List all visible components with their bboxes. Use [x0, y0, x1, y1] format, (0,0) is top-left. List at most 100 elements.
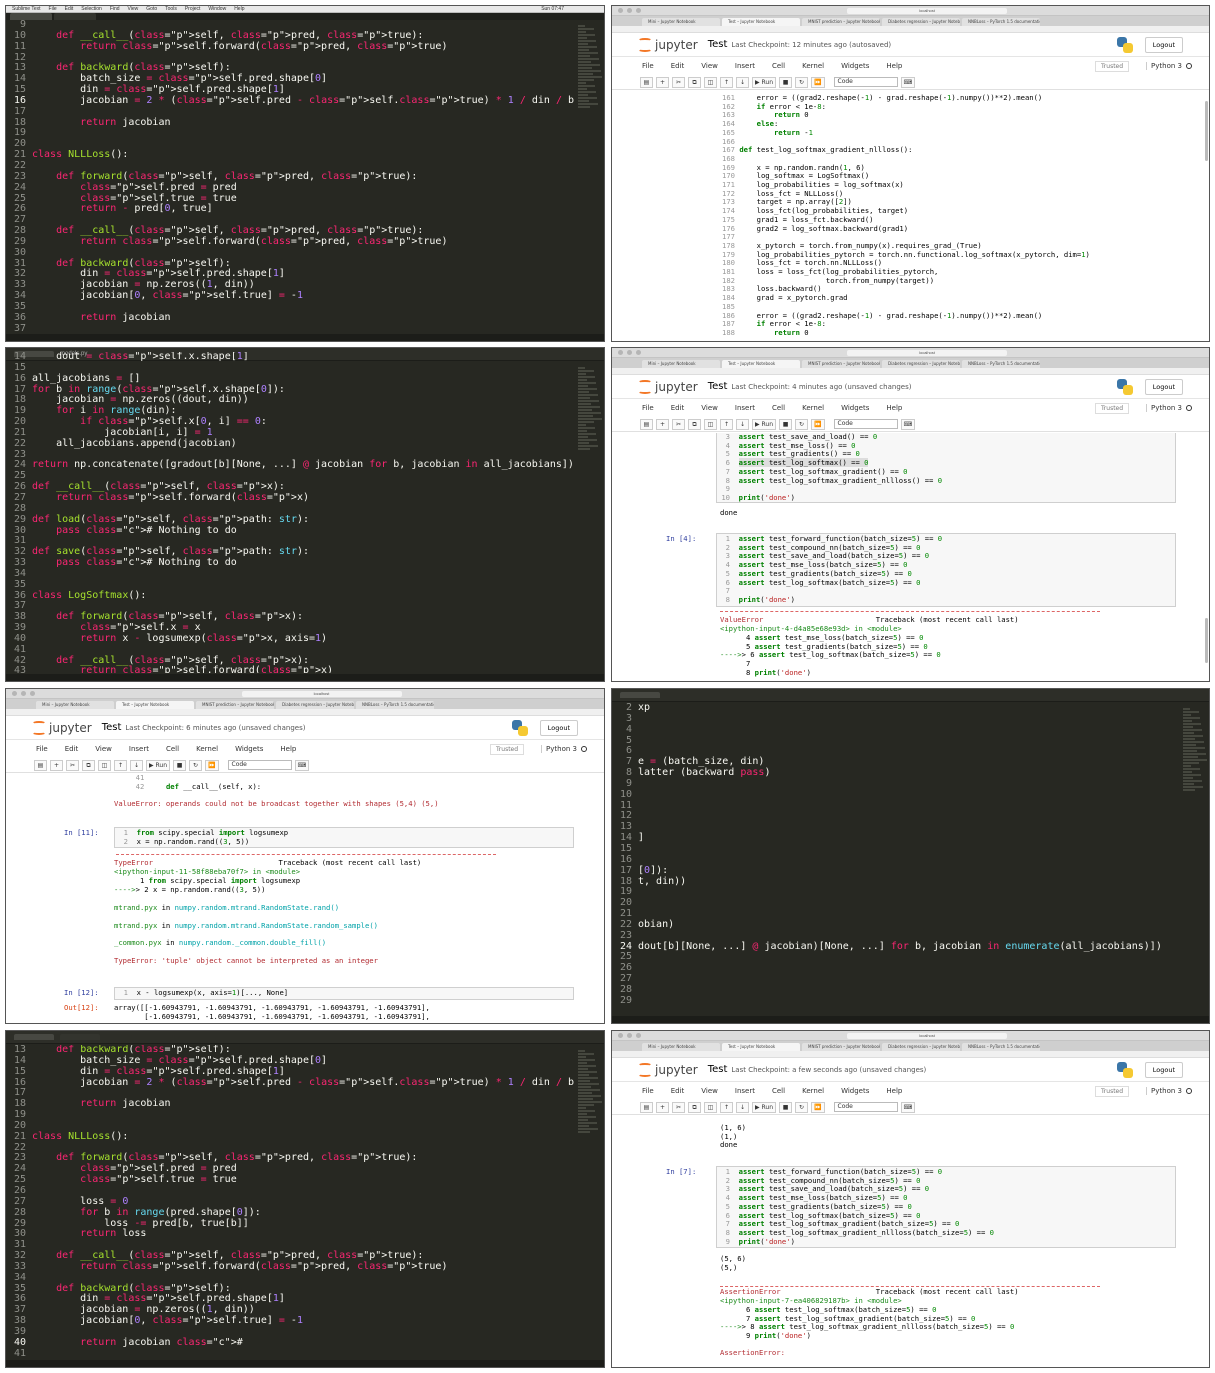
editor-tile-3[interactable]: models.py 14 dout = class="p">self.x.sha… — [5, 347, 605, 682]
fast-forward-icon[interactable]: ⏩ — [811, 1101, 825, 1113]
code-line[interactable]: 33 pass class="c"># Nothing to do — [6, 557, 574, 569]
menu-cell[interactable]: Cell — [772, 404, 785, 412]
close-dot[interactable] — [618, 8, 623, 13]
code-line[interactable]: 9 — [612, 778, 1179, 790]
code-line[interactable]: 3 — [612, 713, 1179, 725]
menu-insert[interactable]: Insert — [735, 404, 755, 412]
move-up-icon[interactable]: ↑ — [114, 759, 127, 771]
editor-tile-7[interactable]: 13 def backward(class="p">self): 14 batch… — [5, 1030, 605, 1368]
add-cell-icon[interactable]: + — [50, 759, 63, 771]
code-line[interactable]: 38 jacobian[0, class="p">self.true] = -1 — [6, 1315, 574, 1327]
code-line[interactable]: 14 dout = class="p">self.x.shape[1] — [6, 352, 574, 363]
trusted-badge[interactable]: Trusted — [1095, 60, 1130, 72]
code-line[interactable]: 22 obian) — [612, 919, 1179, 931]
code-line[interactable]: 11 — [612, 800, 1179, 812]
logout-button[interactable]: Logout — [1144, 378, 1183, 395]
browser-tab[interactable]: Test – Jupyter Notebook — [722, 18, 800, 26]
browser-tab[interactable]: Mini – Jupyter Notebook — [642, 18, 720, 26]
cell-type-select[interactable]: Code — [833, 77, 898, 87]
editor-tile-1[interactable]: Sublime Text File Edit Selection Find View Got… — [5, 5, 605, 342]
menu-insert[interactable]: Insert — [735, 1087, 755, 1095]
code-line[interactable]: 18 return jacobian — [6, 1098, 574, 1110]
minimize-dot[interactable] — [627, 8, 632, 13]
menu-item[interactable]: Goto — [146, 6, 157, 12]
run-button[interactable]: ▶ Run — [752, 1101, 777, 1113]
menu-insert[interactable]: Insert — [129, 745, 149, 753]
menu-kernel[interactable]: Kernel — [196, 745, 218, 753]
code-line[interactable]: 16 — [612, 854, 1179, 866]
menu-item[interactable]: Edit — [65, 6, 74, 12]
code-line[interactable]: 25 class="p">self.true = true — [6, 1174, 574, 1186]
code-area[interactable]: 13 def backward(class="p">self): 14 batch… — [6, 1045, 574, 1359]
notebook-tile-5[interactable]: localhost Mini – Jupyter Notebook Test – J… — [5, 688, 605, 1024]
jupyter-logo[interactable]: jupyter — [638, 1062, 698, 1077]
code-line[interactable]: 29 return class="p">self.forward(class="… — [6, 236, 574, 248]
add-cell-icon[interactable]: + — [656, 1101, 669, 1113]
cut-icon[interactable]: ✂ — [66, 759, 79, 771]
trusted-badge[interactable]: Trusted — [1095, 402, 1130, 414]
move-down-icon[interactable]: ↓ — [736, 418, 749, 430]
menu-file[interactable]: File — [642, 1087, 654, 1095]
keyboard-icon[interactable]: ⌨ — [294, 759, 310, 771]
menu-help[interactable]: Help — [886, 1087, 902, 1095]
code-line[interactable]: 28 — [612, 984, 1179, 996]
stop-icon[interactable]: ■ — [779, 76, 793, 88]
browser-tab[interactable]: Test – Jupyter Notebook — [116, 701, 194, 709]
add-cell-icon[interactable]: + — [656, 418, 669, 430]
code-line[interactable]: 36 return jacobian — [6, 312, 574, 324]
code-line[interactable]: 40 return jacobian class="c"># — [6, 1337, 574, 1349]
browser-tab[interactable]: NNBLoss – PyTorch 1.5 documentation — [962, 1043, 1040, 1051]
maximize-dot[interactable] — [636, 8, 641, 13]
menu-cell[interactable]: Cell — [166, 745, 179, 753]
menu-edit[interactable]: Edit — [65, 745, 79, 753]
menu-view[interactable]: View — [701, 404, 718, 412]
notebook-tile-2[interactable]: localhost Mini – Jupyter Notebook Test – J… — [611, 5, 1210, 342]
menu-view[interactable]: View — [701, 62, 718, 70]
close-dot[interactable] — [618, 1033, 623, 1038]
browser-tab[interactable]: NNBLoss – PyTorch 1.5 documentation — [962, 18, 1040, 26]
browser-tab[interactable]: Test – Jupyter Notebook — [722, 360, 800, 368]
cell-type-select[interactable]: Code — [833, 419, 898, 429]
logout-button[interactable]: Logout — [1144, 1061, 1183, 1078]
keyboard-icon[interactable]: ⌨ — [900, 76, 916, 88]
maximize-dot[interactable] — [636, 1033, 641, 1038]
restart-icon[interactable]: ↻ — [189, 759, 203, 771]
notebook-name[interactable]: Test — [708, 1064, 728, 1075]
run-button[interactable]: ▶ Run — [752, 76, 777, 88]
menu-edit[interactable]: Edit — [671, 1087, 685, 1095]
browser-tab[interactable]: Diabetes regression – Jupyter Notebook — [276, 701, 354, 709]
code-line[interactable]: 22 all_jacobians.append(jacobian) — [6, 438, 574, 450]
menu-insert[interactable]: Insert — [735, 62, 755, 70]
scrollbar[interactable] — [1205, 101, 1208, 161]
notebook-body[interactable]: 41 42 def __call__(self, x): ValueError: … — [6, 774, 604, 1023]
code-line[interactable]: 40 return x - logsumexp(class="p">x, axi… — [6, 633, 574, 645]
save-icon[interactable]: ▤ — [640, 76, 653, 88]
code-line[interactable]: 18 return jacobian — [6, 117, 574, 129]
notebook-body[interactable]: (1, 6) (1,) done In [7]: 1 assert test_forwa… — [612, 1116, 1209, 1367]
menu-file[interactable]: File — [642, 62, 654, 70]
cell-type-select[interactable]: Code — [227, 760, 292, 770]
browser-tab[interactable]: Diabetes regression – Jupyter Notebook — [882, 1043, 960, 1051]
code-line[interactable]: 8 latter (backward pass) — [612, 767, 1179, 779]
stop-icon[interactable]: ■ — [779, 1101, 793, 1113]
menu-kernel[interactable]: Kernel — [802, 404, 824, 412]
jupyter-logo[interactable]: jupyter — [638, 37, 698, 52]
browser-tab[interactable]: NNBLoss – PyTorch 1.5 documentation — [962, 360, 1040, 368]
paste-icon[interactable]: ◫ — [98, 759, 111, 771]
copy-icon[interactable]: ⧉ — [688, 1101, 701, 1113]
menu-edit[interactable]: Edit — [671, 62, 685, 70]
code-line[interactable]: 16 jacobian = 2 * (class="p">self.pred -… — [6, 1077, 574, 1089]
code-line[interactable]: 19 — [6, 1109, 574, 1121]
code-line[interactable]: 20 — [612, 897, 1179, 909]
menu-cell[interactable]: Cell — [772, 62, 785, 70]
restart-icon[interactable]: ↻ — [795, 76, 809, 88]
code-line[interactable]: 12 — [612, 811, 1179, 822]
minimap[interactable] — [578, 366, 602, 671]
menu-file[interactable]: File — [36, 745, 48, 753]
menu-cell[interactable]: Cell — [772, 1087, 785, 1095]
menu-item[interactable]: Sublime Text — [12, 6, 41, 12]
notebook-tile-8[interactable]: localhost Mini – Jupyter Notebook Test – J… — [611, 1030, 1210, 1368]
code-line[interactable]: 21 class NLLLoss(): — [6, 149, 574, 161]
move-down-icon[interactable]: ↓ — [736, 1101, 749, 1113]
menu-item[interactable]: Window — [208, 6, 226, 12]
